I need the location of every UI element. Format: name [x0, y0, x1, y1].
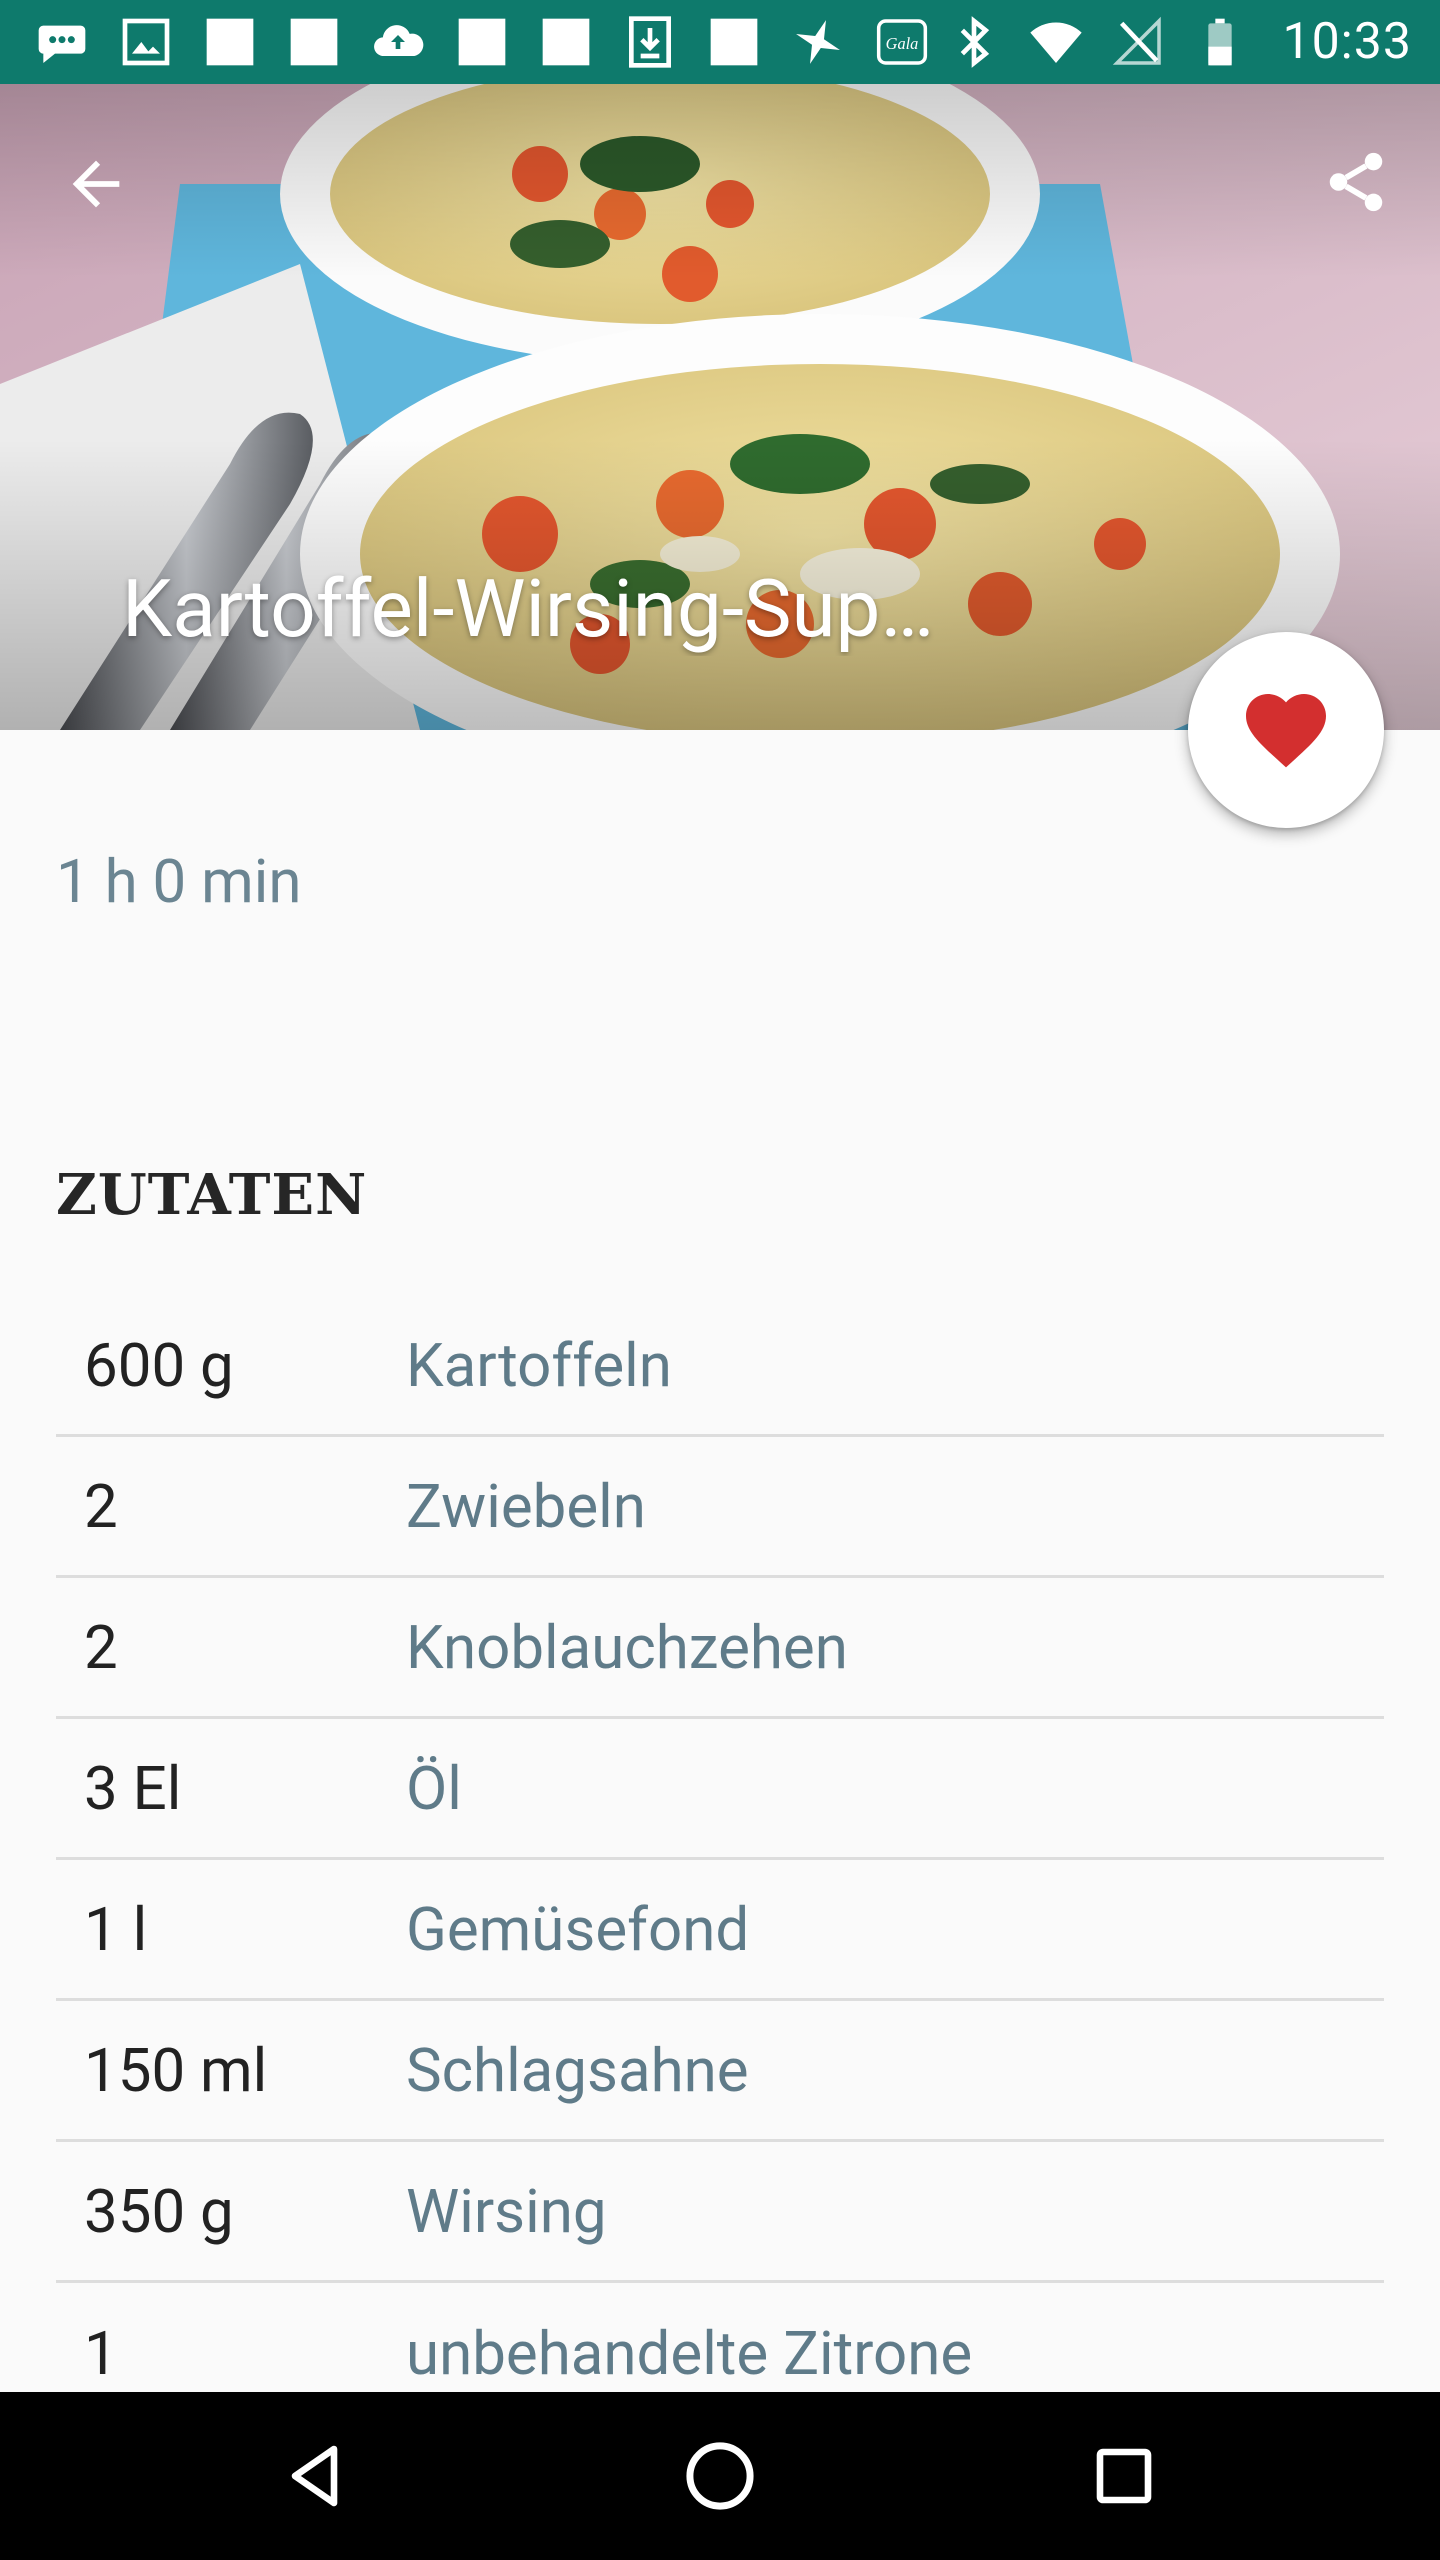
- ingredient-quantity: 350 g: [84, 2175, 234, 2247]
- ingredient-name: Knoblauchzehen: [406, 1611, 848, 1683]
- white-square-icon: [284, 12, 344, 72]
- gala-app-icon: Gala: [872, 12, 932, 72]
- triangle-back-icon: [291, 2445, 338, 2507]
- gallery-icon: [116, 12, 176, 72]
- system-icons: 10:33: [944, 12, 1412, 72]
- status-bar: Gala 10:33: [0, 0, 1440, 84]
- notification-icons: Gala: [32, 12, 944, 72]
- ingredient-name: Zwiebeln: [406, 1470, 646, 1542]
- ingredient-row: 2 Knoblauchzehen: [56, 1578, 1384, 1719]
- ingredient-name: Gemüsefond: [406, 1893, 750, 1965]
- back-button[interactable]: [56, 144, 136, 224]
- nav-home-button[interactable]: [678, 2434, 762, 2518]
- white-square-icon: [200, 12, 260, 72]
- ingredient-quantity: 1: [84, 2318, 118, 2389]
- share-icon: [1329, 152, 1383, 212]
- arrow-back-icon: [72, 160, 120, 208]
- white-square-icon: [452, 12, 512, 72]
- white-square-icon: [704, 12, 764, 72]
- wifi-icon: [1026, 12, 1086, 72]
- ingredient-row: 2 Zwiebeln: [56, 1437, 1384, 1578]
- nav-back-button[interactable]: [274, 2434, 358, 2518]
- ingredient-name: Schlagsahne: [406, 2034, 749, 2106]
- cloud-upload-icon: [368, 12, 428, 72]
- clock: 10:33: [1282, 13, 1412, 71]
- navigation-bar: [0, 2392, 1440, 2560]
- ingredient-row: 350 g Wirsing: [56, 2142, 1384, 2283]
- white-square-icon: [536, 12, 596, 72]
- gala-label: Gala: [886, 34, 919, 53]
- nav-recents-button[interactable]: [1082, 2434, 1166, 2518]
- ingredient-row: 3 El Öl: [56, 1719, 1384, 1860]
- square-recents-icon: [1096, 2448, 1152, 2504]
- ingredient-quantity: 600 g: [84, 1329, 234, 1401]
- ingredient-row: 600 g Kartoffeln: [56, 1296, 1384, 1437]
- ingredient-quantity: 2: [84, 1470, 118, 1542]
- no-signal-icon: [1108, 12, 1168, 72]
- messenger-icon: [32, 12, 92, 72]
- ingredients-heading: ZUTATEN: [56, 1162, 368, 1228]
- download-icon: [620, 12, 680, 72]
- ingredient-quantity: 150 ml: [84, 2034, 268, 2106]
- ingredient-quantity: 2: [84, 1611, 118, 1683]
- sparkle-icon: [788, 12, 848, 72]
- ingredient-quantity: 3 El: [84, 1752, 182, 1824]
- ingredient-row: 150 ml Schlagsahne: [56, 2001, 1384, 2142]
- ingredient-name: Öl: [406, 1752, 462, 1824]
- recipe-title: Kartoffel-Wirsing-Sup…: [122, 562, 934, 656]
- circle-home-icon: [686, 2442, 754, 2510]
- ingredient-row: 1 l Gemüsefond: [56, 1860, 1384, 2001]
- recipe-hero-image: Kartoffel-Wirsing-Sup…: [0, 84, 1440, 730]
- ingredients-list: 600 g Kartoffeln 2 Zwiebeln 2 Knoblauchz…: [56, 1296, 1384, 2424]
- bluetooth-icon: [944, 12, 1004, 72]
- ingredient-name: unbehandelte Zitrone: [406, 2318, 973, 2389]
- favorite-button[interactable]: [1188, 632, 1384, 828]
- share-button[interactable]: [1316, 142, 1396, 222]
- ingredient-name: Kartoffeln: [406, 1329, 672, 1401]
- battery-icon: [1190, 12, 1250, 72]
- cook-time: 1 h 0 min: [56, 846, 302, 917]
- ingredient-name: Wirsing: [406, 2175, 607, 2247]
- heart-icon: [1246, 694, 1326, 768]
- ingredient-quantity: 1 l: [84, 1893, 148, 1965]
